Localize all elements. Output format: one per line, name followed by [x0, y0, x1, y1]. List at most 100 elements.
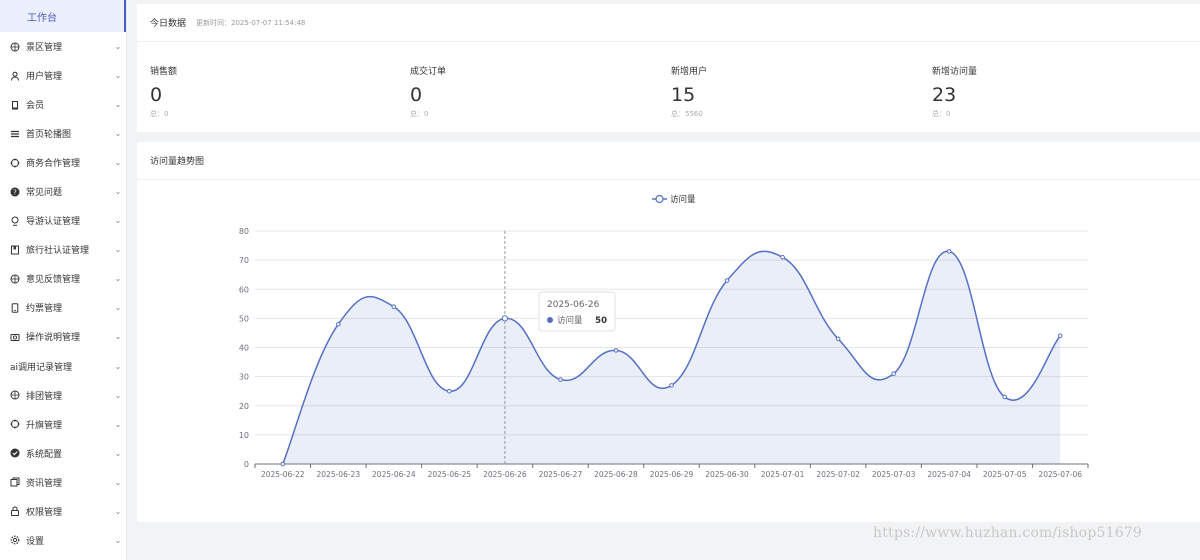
- sidebar-item-4[interactable]: 首页轮播图 ⌄: [0, 119, 126, 148]
- data-point: [501, 315, 508, 322]
- sidebar-item-8[interactable]: 旅行社认证管理 ⌄: [0, 235, 126, 264]
- y-tick-label: 10: [239, 431, 249, 440]
- stat-orders: 成交订单 0 总：0: [410, 64, 446, 119]
- sidebar-item-label: 用户管理: [26, 72, 63, 83]
- sidebar-item-1[interactable]: 景区管理 ⌄: [0, 32, 126, 61]
- tooltip-date: 2025-06-26: [547, 300, 600, 310]
- sidebar-item-14[interactable]: 升旗管理 ⌄: [0, 410, 126, 439]
- sidebar-item-label: 操作说明管理: [26, 333, 81, 344]
- sidebar-item-5[interactable]: 商务合作管理 ⌄: [0, 148, 126, 177]
- sidebar-item-6[interactable]: ? 常见问题 ⌄: [0, 177, 126, 206]
- chevron-down-icon: ⌄: [114, 216, 122, 226]
- y-tick-label: 0: [244, 460, 249, 469]
- x-tick-label: 2025-06-28: [594, 470, 638, 479]
- sidebar-item-label: 权限管理: [26, 507, 63, 518]
- x-tick-label: 2025-06-26: [483, 470, 527, 479]
- y-tick-label: 40: [239, 344, 249, 353]
- stat-total: 总：0: [410, 110, 429, 118]
- globe-icon: [10, 42, 20, 52]
- data-point: [280, 461, 286, 467]
- x-tick-label: 2025-07-03: [872, 470, 916, 479]
- compass-icon: [10, 158, 20, 168]
- chevron-down-icon: ⌄: [114, 303, 122, 313]
- x-tick-label: 2025-06-25: [428, 470, 472, 479]
- x-tick-label: 2025-07-05: [983, 470, 1027, 479]
- today-data-title: 今日数据: [150, 19, 187, 29]
- sidebar-item-label: 商务合作管理: [26, 159, 81, 170]
- sidebar-item-label: ai调用记录管理: [10, 362, 73, 373]
- chevron-down-icon: ⌄: [114, 506, 122, 516]
- sidebar-item-12[interactable]: ai调用记录管理 ⌄: [0, 352, 126, 381]
- sidebar-item-label: 意见反馈管理: [26, 275, 81, 286]
- y-tick-label: 30: [239, 373, 249, 382]
- cup-icon: [10, 100, 20, 110]
- sidebar-item-label: 工作台: [27, 12, 57, 24]
- y-tick-label: 20: [239, 402, 249, 411]
- sidebar-item-3[interactable]: 会员 ⌄: [0, 90, 126, 119]
- phone-icon: [10, 303, 20, 313]
- sidebar-item-11[interactable]: 操作说明管理 ⌄: [0, 322, 126, 351]
- sidebar-item-label: 会员: [26, 101, 45, 112]
- x-tick-label: 2025-06-24: [372, 470, 416, 479]
- x-tick-label: 2025-06-27: [539, 470, 583, 479]
- sidebar-item-dashboard[interactable]: 工作台: [0, 0, 126, 32]
- sidebar-item-9[interactable]: 意见反馈管理 ⌄: [0, 264, 126, 293]
- question-icon: ?: [10, 187, 20, 197]
- sidebar-item-label: 资讯管理: [26, 478, 63, 489]
- sidebar-item-label: 设置: [26, 536, 45, 547]
- sidebar-item-label: 升旗管理: [26, 420, 63, 431]
- x-tick-label: 2025-07-01: [761, 470, 805, 479]
- sidebar-item-label: 景区管理: [26, 43, 63, 54]
- stat-value: 0: [410, 84, 423, 106]
- data-point: [558, 377, 563, 382]
- visits-trend-chart[interactable]: 0 10 20 30 40 50 60 70 80 2025-06-22 2025-06-23 202…: [137, 142, 1200, 522]
- x-tick-label: 2025-06-23: [317, 470, 361, 479]
- stat-new-visits: 新增访问量 23 总：0: [932, 64, 977, 119]
- stat-value: 23: [932, 84, 957, 106]
- sidebar-item-label: 常见问题: [26, 188, 63, 199]
- stat-total: 总：0: [932, 110, 951, 118]
- x-tick-label: 2025-07-04: [927, 470, 971, 479]
- data-point: [780, 254, 785, 260]
- chevron-down-icon: ⌄: [114, 361, 122, 371]
- data-point: [946, 249, 952, 254]
- globe-icon: [10, 274, 20, 284]
- y-tick-label: 60: [239, 285, 249, 294]
- tooltip-marker: [547, 317, 553, 323]
- chevron-down-icon: ⌄: [114, 274, 122, 284]
- stat-label: 成交订单: [410, 67, 447, 77]
- sidebar-item-label: 系统配置: [26, 449, 63, 460]
- data-point: [669, 383, 674, 388]
- svg-text:?: ?: [13, 188, 17, 196]
- notebook-icon: [10, 245, 20, 255]
- chevron-down-icon: ⌄: [114, 448, 122, 458]
- location-icon: [10, 216, 20, 226]
- chevron-down-icon: ⌄: [114, 158, 122, 168]
- sidebar-item-17[interactable]: 权限管理 ⌄: [0, 497, 126, 526]
- sidebar-item-15[interactable]: 系统配置 ⌄: [0, 439, 126, 468]
- data-point: [613, 348, 619, 353]
- sidebar-item-16[interactable]: 资讯管理 ⌄: [0, 468, 126, 497]
- stat-new-users: 新增用户 15 总：5560: [671, 64, 707, 119]
- sidebar-item-18[interactable]: 设置 ⌄: [0, 526, 126, 555]
- series-area: [282, 251, 1061, 464]
- stats-row: 销售额 0 总：0 成交订单 0 总：0 新增用户 15 总：5560 新增访问…: [137, 42, 1200, 132]
- chart-tooltip: 2025-06-26 访问量 50: [538, 291, 616, 332]
- sidebar-item-7[interactable]: 导游认证管理 ⌄: [0, 206, 126, 235]
- stat-total: 总：0: [150, 110, 169, 118]
- sidebar-item-2[interactable]: 用户管理 ⌄: [0, 61, 126, 90]
- stat-total: 总：5560: [671, 110, 703, 118]
- sidebar-item-13[interactable]: 排团管理 ⌄: [0, 381, 126, 410]
- y-tick-label: 70: [239, 256, 249, 265]
- chevron-down-icon: ⌄: [114, 419, 122, 429]
- sidebar-item-label: 首页轮播图: [26, 130, 72, 141]
- tooltip-series: 访问量: [557, 315, 583, 326]
- trend-panel: 访问量趋势图 0 10 20 30 40 50 60 70 80 2025-06-22 2025-0…: [137, 142, 1200, 522]
- sidebar-item-label: 旅行社认证管理: [26, 246, 90, 257]
- chevron-down-icon: ⌄: [114, 332, 122, 342]
- data-point: [891, 371, 896, 377]
- sidebar-item-10[interactable]: 约票管理 ⌄: [0, 293, 126, 322]
- y-tick-label: 80: [239, 227, 249, 236]
- chevron-down-icon: ⌄: [114, 42, 122, 52]
- data-point: [391, 304, 397, 310]
